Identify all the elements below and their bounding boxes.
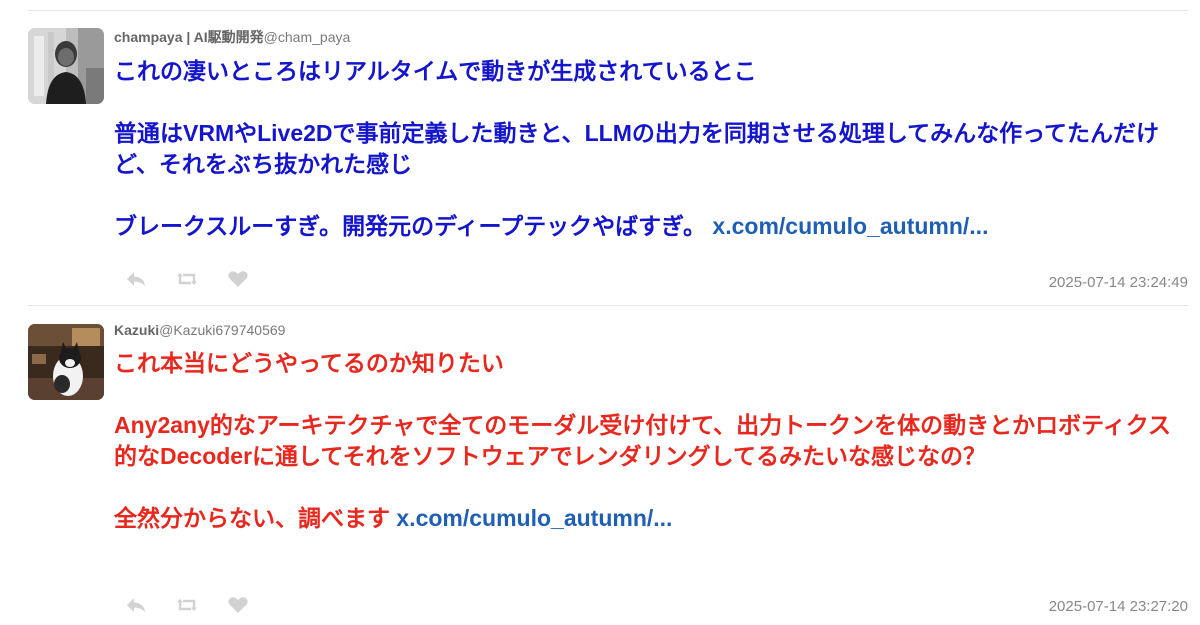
- user-handle[interactable]: @Kazuki679740569: [159, 322, 285, 338]
- user-line: champaya | AI駆動開発@cham_paya: [114, 28, 350, 46]
- reply-icon: [125, 596, 147, 614]
- divider: [28, 10, 1188, 11]
- reply-button[interactable]: [124, 594, 148, 616]
- timestamp[interactable]: 2025-07-14 23:24:49: [1049, 274, 1188, 291]
- timestamp[interactable]: 2025-07-14 23:27:20: [1049, 598, 1188, 615]
- like-button[interactable]: [226, 594, 250, 616]
- avatar[interactable]: [28, 28, 104, 104]
- tweet-link[interactable]: x.com/cumulo_autumn/...: [396, 505, 672, 531]
- divider: [28, 305, 1188, 306]
- reply-button[interactable]: [124, 268, 148, 290]
- retweet-icon: [176, 270, 198, 288]
- tweet-text: これ本当にどうやってるのか知りたい Any2any的なアーキテクチャで全てのモー…: [114, 348, 1189, 534]
- tweet-card[interactable]: Kazuki@Kazuki679740569 これ本当にどうやってるのか知りたい…: [0, 312, 1200, 625]
- tweet-text-content: これの凄いところはリアルタイムで動きが生成されているとこ 普通はVRMやLive…: [114, 58, 1160, 239]
- user-handle[interactable]: @cham_paya: [264, 29, 351, 45]
- retweet-button[interactable]: [175, 268, 199, 290]
- tweet-link[interactable]: x.com/cumulo_autumn/...: [712, 213, 988, 239]
- like-icon: [227, 596, 249, 614]
- like-button[interactable]: [226, 268, 250, 290]
- user-line: Kazuki@Kazuki679740569: [114, 321, 285, 339]
- avatar[interactable]: [28, 324, 104, 400]
- display-name[interactable]: Kazuki: [114, 322, 159, 338]
- tweet-card[interactable]: champaya | AI駆動開発@cham_paya これの凄いところはリアル…: [0, 18, 1200, 303]
- display-name[interactable]: champaya | AI駆動開発: [114, 29, 264, 45]
- like-icon: [227, 270, 249, 288]
- tweet-text-content: これ本当にどうやってるのか知りたい Any2any的なアーキテクチャで全てのモー…: [114, 350, 1172, 531]
- retweet-icon: [176, 596, 198, 614]
- tweet-text: これの凄いところはリアルタイムで動きが生成されているとこ 普通はVRMやLive…: [114, 56, 1189, 242]
- tweet-feed: champaya | AI駆動開発@cham_paya これの凄いところはリアル…: [0, 0, 1200, 625]
- tweet-actions: [124, 268, 277, 290]
- tweet-actions: [124, 594, 277, 616]
- reply-icon: [125, 270, 147, 288]
- retweet-button[interactable]: [175, 594, 199, 616]
